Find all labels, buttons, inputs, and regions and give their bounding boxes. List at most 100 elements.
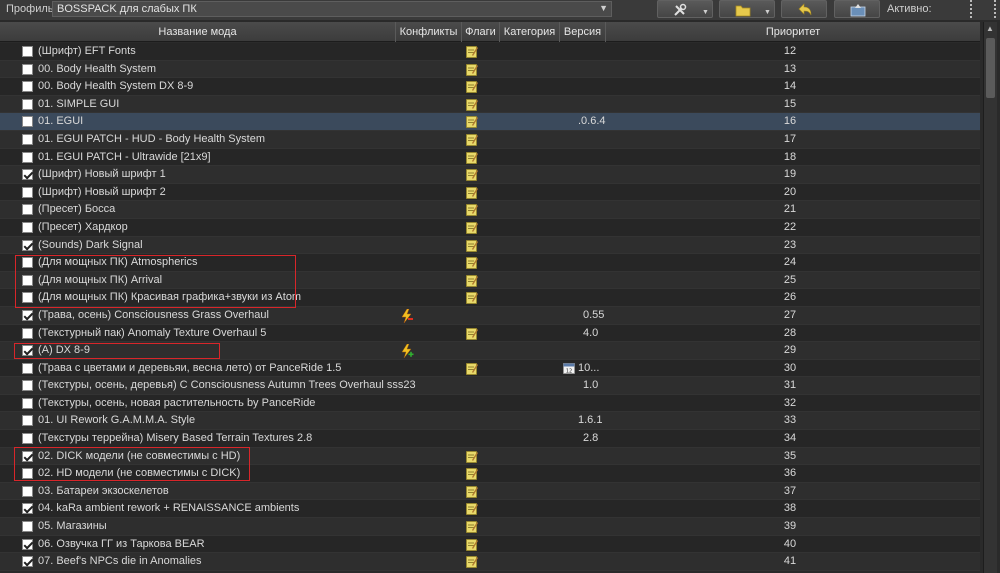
notes-icon[interactable] [466,467,478,481]
scrollbar-thumb[interactable] [986,38,995,98]
mod-enabled-checkbox[interactable] [22,485,33,497]
mod-row[interactable]: 06. Озвучка ГГ из Таркова BEAR 40 [0,535,980,554]
column-header-version[interactable]: Версия [560,22,606,42]
mod-priority: 16 [783,115,797,128]
column-header-name[interactable]: Название мода [0,22,396,42]
mod-enabled-checkbox[interactable] [22,221,33,233]
mod-row[interactable]: (Шрифт) Новый шрифт 2 20 [0,183,980,202]
mod-enabled-checkbox[interactable] [22,397,33,409]
conflict-overwritten-icon[interactable] [400,308,414,324]
column-header-flags[interactable]: Флаги [462,22,500,42]
mod-row[interactable]: 07. Beef's NPCs die in Anomalies 41 [0,553,980,571]
mod-row[interactable]: (Пресет) Босса 21 [0,201,980,219]
mod-row[interactable]: 01. EGUI .0.6.4 16 [0,113,980,131]
mod-row[interactable]: (Текстуры террейна) Misery Based Terrain… [0,430,980,448]
mod-enabled-checkbox[interactable] [22,204,33,216]
notes-icon[interactable] [466,80,478,94]
mod-enabled-checkbox[interactable] [22,81,33,93]
mod-enabled-checkbox[interactable] [22,169,33,181]
notes-icon[interactable] [466,520,478,533]
notes-icon[interactable] [466,186,478,199]
notes-icon[interactable] [466,203,478,217]
folder-button[interactable]: ▼ [719,0,775,18]
notes-icon[interactable] [466,502,478,516]
mod-enabled-checkbox[interactable] [22,46,33,57]
notes-icon[interactable] [466,538,478,551]
mod-priority: 36 [783,467,797,480]
chevron-down-icon[interactable]: ▼ [702,9,709,16]
notes-icon[interactable] [466,274,478,287]
mod-priority: 24 [783,256,797,269]
mod-enabled-checkbox[interactable] [22,362,33,374]
chevron-down-icon[interactable]: ▼ [599,3,608,13]
conflict-overwrites-icon[interactable] [400,343,414,359]
mod-row[interactable]: (Трава с цветами и деревьяи, весна лето)… [0,359,980,378]
mod-enabled-checkbox[interactable] [22,538,33,550]
mod-enabled-checkbox[interactable] [22,503,33,515]
mod-enabled-checkbox[interactable] [22,415,33,427]
mod-row[interactable]: 01. SIMPLE GUI 15 [0,95,980,114]
mod-priority: 20 [783,185,797,198]
mod-row[interactable]: (Текстурный пак) Anomaly Texture Overhau… [0,324,980,343]
mod-enabled-checkbox[interactable] [22,239,33,251]
mod-row[interactable]: (Шрифт) Новый шрифт 1 19 [0,166,980,184]
mod-row[interactable]: 01. EGUI PATCH - HUD - Body Health Syste… [0,130,980,149]
mod-enabled-checkbox[interactable] [22,433,33,445]
mod-enabled-checkbox[interactable] [22,186,33,198]
notes-icon[interactable] [466,115,478,129]
mod-enabled-checkbox[interactable] [22,327,33,339]
backup-button[interactable] [834,0,880,18]
notes-icon[interactable] [466,485,478,498]
mod-row[interactable]: 04. kaRa ambient rework + RENAISSANCE am… [0,500,980,519]
mod-version: 10... [578,361,600,374]
mod-row[interactable]: 00. Body Health System DX 8-9 14 [0,78,980,96]
notes-icon[interactable] [466,256,478,270]
mod-enabled-checkbox[interactable] [22,556,33,568]
mod-row[interactable]: (Пресет) Хардкор 22 [0,218,980,237]
notes-icon[interactable] [466,221,478,234]
mod-name: 06. Озвучка ГГ из Таркова BEAR [38,537,205,550]
svg-text:12: 12 [566,368,572,374]
mod-row[interactable]: (Трава, осень) Consciousness Grass Overh… [0,306,980,325]
mod-enabled-checkbox[interactable] [22,309,33,321]
notes-icon[interactable] [466,450,478,463]
mod-enabled-checkbox[interactable] [22,133,33,145]
mod-enabled-checkbox[interactable] [22,63,33,75]
mod-row[interactable]: 00. Body Health System 13 [0,60,980,79]
mod-enabled-checkbox[interactable] [22,98,33,110]
mod-name: 01. UI Rework G.A.M.M.A. Style [38,414,196,427]
mod-row[interactable]: 05. Магазины 39 [0,518,980,536]
notes-icon[interactable] [466,133,478,146]
scroll-up-icon[interactable]: ▲ [986,24,994,33]
profile-select[interactable]: BOSSPACK для слабых ПК ▼ [52,1,612,17]
column-header-category[interactable]: Категория [500,22,560,42]
notes-icon[interactable] [466,168,478,182]
notes-icon[interactable] [466,239,478,252]
notes-icon[interactable] [466,151,478,164]
folder-icon [735,5,751,17]
notes-icon[interactable] [466,63,478,76]
notes-icon[interactable] [466,291,478,305]
mod-row[interactable]: (Текстуры, осень, деревья) C Consciousne… [0,377,980,395]
column-header-priority[interactable]: Приоритет [606,22,980,42]
column-header-conflicts[interactable]: Конфликты [396,22,462,42]
mod-row[interactable]: 03. Батареи экзоскелетов 37 [0,482,980,501]
notes-icon[interactable] [466,555,478,569]
mod-enabled-checkbox[interactable] [22,380,33,392]
vertical-scrollbar[interactable]: ▲ [983,22,997,573]
mod-enabled-checkbox[interactable] [22,151,33,163]
notes-icon[interactable] [466,98,478,111]
mod-enabled-checkbox[interactable] [22,521,33,533]
mod-row[interactable]: (Sounds) Dark Signal 23 [0,236,980,255]
notes-icon[interactable] [466,362,478,375]
undo-button[interactable] [781,0,827,18]
notes-icon[interactable] [466,327,478,340]
mod-row[interactable]: 01. EGUI PATCH - Ultrawide [21x9] 18 [0,148,980,167]
chevron-down-icon[interactable]: ▼ [764,9,771,16]
notes-icon[interactable] [466,45,478,58]
mod-row[interactable]: (Текстуры, осень, новая растительность b… [0,394,980,413]
mod-row[interactable]: (Шрифт) EFT Fonts 12 [0,43,980,61]
mod-enabled-checkbox[interactable] [22,116,33,128]
mod-row[interactable]: 01. UI Rework G.A.M.M.A. Style 1.6.1 33 [0,412,980,431]
tools-button[interactable]: ▼ [657,0,713,18]
